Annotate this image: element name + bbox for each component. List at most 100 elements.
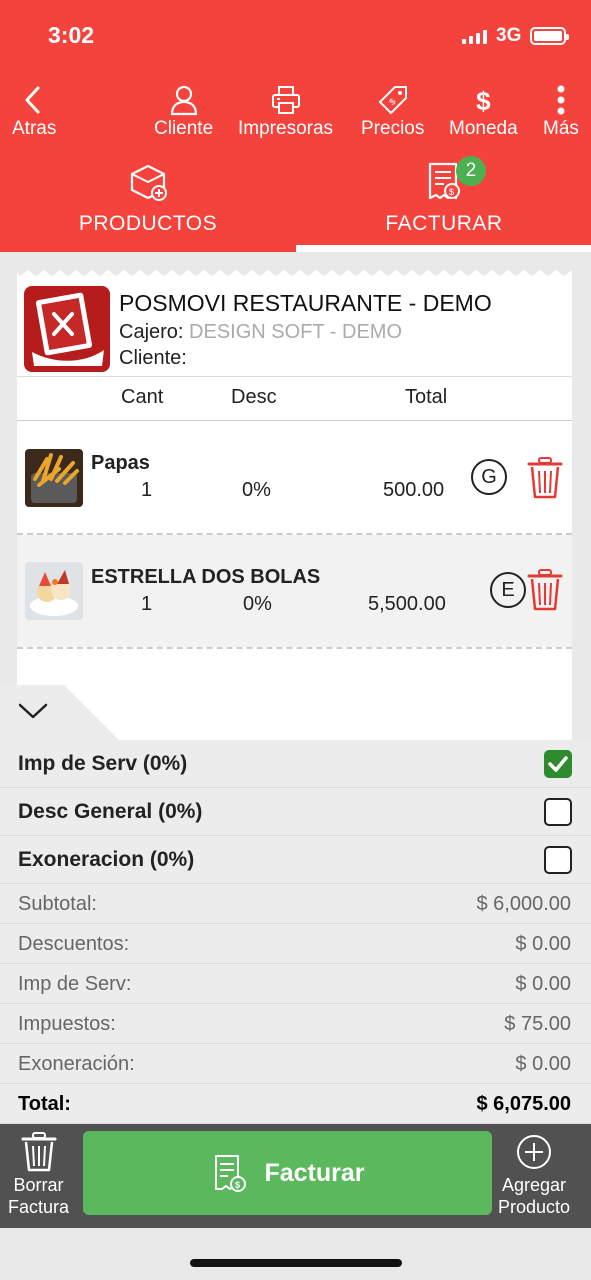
restaurant-logo (24, 286, 110, 372)
delete-item-icon[interactable] (527, 569, 563, 611)
table-row[interactable]: Papas 1 0% 500.00 G (17, 421, 572, 533)
summary-value: $ 0.00 (515, 973, 571, 995)
summary-impuestos: Impuestos: $ 75.00 (0, 1004, 591, 1044)
product-desc: 0% (242, 479, 271, 501)
row-divider (17, 647, 572, 649)
status-bar: 3:02 3G (0, 0, 591, 70)
checkmark-icon (548, 756, 568, 772)
delete-item-icon[interactable] (527, 457, 563, 499)
more-label: Más (543, 118, 579, 139)
option-label: Exoneracion (0%) (18, 848, 195, 871)
summary-total: Total: $ 6,075.00 (0, 1084, 591, 1124)
printer-icon (271, 86, 300, 114)
tab-facturar[interactable]: $ FACTURAR (296, 160, 591, 252)
tax-tag-g[interactable]: G (471, 459, 507, 495)
plus-circle-icon (517, 1135, 552, 1169)
svg-text:$: $ (449, 187, 455, 197)
tab-bar: PRODUCTOS $ FACTURAR (0, 160, 591, 252)
total-value: $ 6,075.00 (476, 1093, 571, 1115)
svg-text:$: $ (387, 96, 398, 107)
impresoras-button[interactable]: Impresoras (238, 84, 333, 140)
restaurant-name: POSMOVI RESTAURANTE - DEMO (119, 290, 492, 316)
home-indicator-area (0, 1228, 591, 1280)
summary-value: $ 6,000.00 (476, 893, 571, 915)
borrar-line1: Borrar (13, 1175, 64, 1195)
option-desc-general[interactable]: Desc General (0%) (0, 788, 591, 836)
agregar-line2: Producto (498, 1197, 571, 1217)
agregar-producto-button[interactable]: Agregar Producto (498, 1132, 570, 1218)
status-time: 3:02 (48, 22, 95, 48)
svg-text:$: $ (235, 1180, 240, 1190)
tab-facturar-label: FACTURAR (385, 212, 503, 235)
summary-label: Imp de Serv: (18, 973, 132, 995)
more-button[interactable]: Más (543, 84, 579, 140)
summary-label: Subtotal: (18, 893, 97, 915)
moneda-label: Moneda (449, 118, 518, 139)
column-header-cant: Cant (121, 386, 164, 408)
product-qty: 1 (141, 593, 153, 615)
home-indicator[interactable] (190, 1259, 402, 1267)
moneda-button[interactable]: $ Moneda (449, 84, 518, 140)
cajero-value: DESIGN SOFT - DEMO (189, 321, 403, 343)
user-icon (170, 85, 197, 116)
summary-label: Exoneración: (18, 1053, 135, 1075)
summary-value: $ 0.00 (515, 933, 571, 955)
cajero-line: Cajero: DESIGN SOFT - DEMO (119, 321, 402, 344)
desc-general-checkbox[interactable] (544, 798, 572, 826)
precios-label: Precios (361, 118, 425, 139)
imp-serv-checkbox[interactable] (544, 750, 572, 778)
app-header: 3:02 3G Atras Cliente Impresoras $ Preci… (0, 0, 591, 252)
chevron-left-icon (25, 86, 40, 114)
product-desc: 0% (243, 593, 272, 615)
option-imp-serv[interactable]: Imp de Serv (0%) (0, 740, 591, 788)
price-tag-icon: $ (378, 86, 407, 114)
signal-icon (462, 28, 487, 44)
divider (17, 376, 572, 377)
summary-label: Impuestos: (18, 1013, 116, 1035)
facturar-button-label: Facturar (264, 1158, 365, 1187)
summary-subtotal: Subtotal: $ 6,000.00 (0, 884, 591, 924)
toolbar: Atras Cliente Impresoras $ Precios $ Mon… (0, 84, 591, 144)
product-qty: 1 (141, 479, 153, 501)
column-header-total: Total (405, 386, 448, 408)
agregar-line1: Agregar (502, 1175, 567, 1195)
impresoras-label: Impresoras (238, 118, 334, 139)
product-total: 500.00 (383, 479, 445, 501)
receipt-zigzag-edge (17, 262, 572, 276)
product-name: ESTRELLA DOS BOLAS (91, 566, 321, 588)
option-exoneracion[interactable]: Exoneracion (0%) (0, 836, 591, 884)
tab-productos[interactable]: PRODUCTOS (0, 160, 296, 252)
precios-button[interactable]: $ Precios (361, 84, 424, 140)
facturar-button[interactable]: $ Facturar (83, 1131, 492, 1215)
box-add-icon (130, 164, 167, 201)
exoneracion-checkbox[interactable] (544, 846, 572, 874)
battery-icon (530, 27, 569, 45)
back-button[interactable]: Atras (12, 84, 56, 140)
chevron-down-icon[interactable] (18, 700, 48, 722)
summary-exoneracion: Exoneración: $ 0.00 (0, 1044, 591, 1084)
invoice-icon: $ (215, 1155, 247, 1192)
back-label: Atras (12, 118, 57, 139)
borrar-line2: Factura (8, 1197, 70, 1217)
active-tab-indicator (296, 245, 591, 252)
more-vertical-icon (557, 85, 565, 115)
product-name: Papas (91, 452, 150, 474)
cliente-button[interactable]: Cliente (154, 84, 213, 140)
product-total: 5,500.00 (368, 593, 446, 615)
summary-label: Descuentos: (18, 933, 130, 955)
borrar-factura-button[interactable]: Borrar Factura (8, 1132, 69, 1218)
option-label: Imp de Serv (0%) (18, 752, 188, 775)
cliente-line: Cliente: (119, 347, 187, 369)
total-label: Total: (18, 1093, 71, 1115)
bottom-action-bar: Borrar Factura $ Facturar Agregar Produc… (0, 1124, 591, 1228)
summary-value: $ 0.00 (515, 1053, 571, 1075)
option-label: Desc General (0%) (18, 800, 203, 823)
column-header-desc: Desc (231, 386, 277, 408)
trash-icon (21, 1132, 57, 1172)
cliente-label: Cliente (154, 118, 214, 139)
summary-imp-serv: Imp de Serv: $ 0.00 (0, 964, 591, 1004)
summary-descuentos: Descuentos: $ 0.00 (0, 924, 591, 964)
table-row[interactable]: ESTRELLA DOS BOLAS 1 0% 5,500.00 E (17, 535, 572, 647)
tax-tag-e[interactable]: E (490, 572, 526, 608)
facturar-count-badge: 2 (456, 156, 486, 186)
